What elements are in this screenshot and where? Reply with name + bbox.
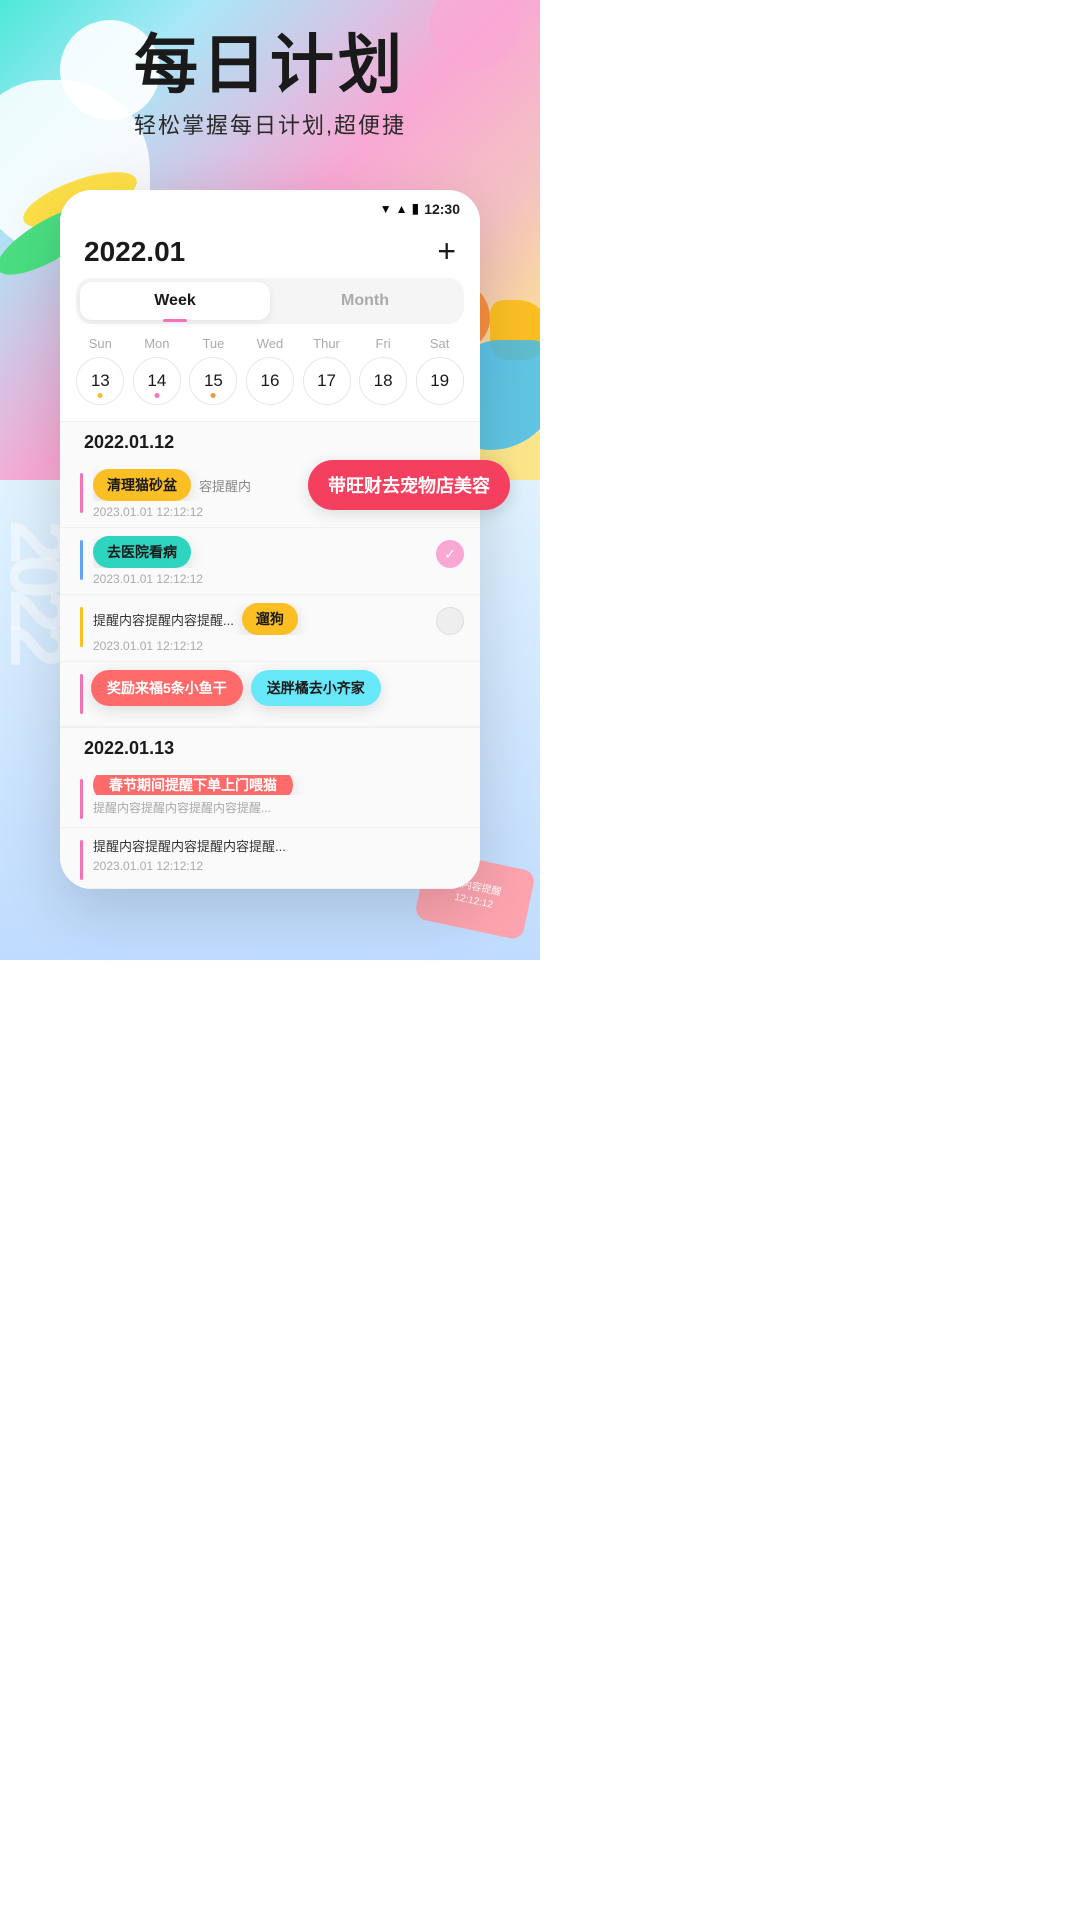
- tag-qingli: 清理猫砂盆: [93, 469, 191, 501]
- section-date-1: 2022.01.12: [60, 421, 480, 461]
- task-line-7: [80, 779, 83, 819]
- status-time: 12:30: [424, 201, 460, 217]
- wifi-icon: ▼: [380, 202, 392, 216]
- tag-jianglu: 奖励来福5条小鱼干: [91, 670, 243, 706]
- task-title-7: 春节期间提醒下单上门喂猫: [93, 775, 353, 795]
- date-18[interactable]: 18: [359, 357, 407, 405]
- task-line-1: [80, 473, 83, 513]
- status-bar: ▼ ▲ ▮ 12:30: [60, 190, 480, 221]
- task-item-2[interactable]: 去医院看病 2023.01.01 12:12:12 ✓: [60, 528, 480, 595]
- task-item-8[interactable]: 提醒内容提醒内容提醒内容提醒... 2023.01.01 12:12:12: [60, 828, 480, 889]
- day-tue: Tue: [189, 336, 237, 351]
- day-wed: Wed: [246, 336, 294, 351]
- tag-chunjie: 春节期间提醒下单上门喂猫: [93, 775, 293, 795]
- header: 每日计划 轻松掌握每日计划,超便捷: [0, 30, 540, 140]
- day-thur: Thur: [303, 336, 351, 351]
- date-dot-13: [98, 393, 103, 398]
- task-content-3: 提醒内容提醒内容提醒... 遛狗 2023.01.01 12:12:12: [93, 603, 426, 653]
- floating-tag-red: 带旺财去宠物店美容: [308, 460, 510, 510]
- task-check-3[interactable]: [436, 607, 464, 635]
- tag-songpangju: 送胖橘去小齐家: [251, 670, 381, 706]
- section-date-2: 2022.01.13: [60, 727, 480, 767]
- task-content-2: 去医院看病 2023.01.01 12:12:12: [93, 536, 426, 586]
- day-mon: Mon: [133, 336, 181, 351]
- task-content-8: 提醒内容提醒内容提醒内容提醒... 2023.01.01 12:12:12: [93, 836, 464, 873]
- task-time-7: 提醒内容提醒内容提醒内容提醒...: [93, 799, 464, 816]
- date-16[interactable]: 16: [246, 357, 294, 405]
- task-line-3: [80, 607, 83, 647]
- task-time-2: 2023.01.01 12:12:12: [93, 572, 426, 586]
- battery-icon: ▮: [411, 200, 418, 217]
- tab-week[interactable]: Week: [80, 282, 270, 320]
- tab-month[interactable]: Month: [270, 282, 460, 320]
- task-title-2: 去医院看病: [93, 536, 353, 568]
- date-dot-14: [154, 393, 159, 398]
- task-time-3: 2023.01.01 12:12:12: [93, 639, 426, 653]
- app-title: 每日计划: [0, 30, 540, 100]
- task-content-7: 春节期间提醒下单上门喂猫 提醒内容提醒内容提醒内容提醒...: [93, 775, 464, 816]
- calendar-current-date: 2022.01: [84, 236, 185, 268]
- task-list-2: 春节期间提醒下单上门喂猫 提醒内容提醒内容提醒内容提醒... 提醒内容提醒内容提…: [60, 767, 480, 889]
- tag-liugou: 遛狗: [242, 603, 298, 635]
- tag-yiyuan: 去医院看病: [93, 536, 191, 568]
- add-button[interactable]: +: [437, 233, 456, 270]
- task-title-3: 提醒内容提醒内容提醒... 遛狗: [93, 603, 353, 635]
- date-14[interactable]: 14: [133, 357, 181, 405]
- signal-icon: ▲: [396, 202, 408, 216]
- task-check-2[interactable]: ✓: [436, 540, 464, 568]
- date-19[interactable]: 19: [416, 357, 464, 405]
- task-item-45[interactable]: 奖励来福5条小鱼干 送胖橘去小齐家: [60, 662, 480, 727]
- day-fri: Fri: [359, 336, 407, 351]
- view-toggle: Week Month: [76, 278, 464, 324]
- dates-row: 13 14 15 16 17 18 19: [60, 357, 480, 421]
- task-item-3[interactable]: 提醒内容提醒内容提醒... 遛狗 2023.01.01 12:12:12: [60, 595, 480, 662]
- calendar-header: 2022.01 +: [60, 221, 480, 278]
- date-13[interactable]: 13: [76, 357, 124, 405]
- task-line-4: [80, 674, 83, 714]
- task-line-2: [80, 540, 83, 580]
- tab-underline: [163, 319, 187, 322]
- task-item-7[interactable]: 春节期间提醒下单上门喂猫 提醒内容提醒内容提醒内容提醒...: [60, 767, 480, 828]
- app-subtitle: 轻松掌握每日计划,超便捷: [0, 108, 540, 140]
- date-17[interactable]: 17: [303, 357, 351, 405]
- phone-card: ▼ ▲ ▮ 12:30 2022.01 + Week Month Sun Mon…: [60, 190, 480, 889]
- days-header: Sun Mon Tue Wed Thur Fri Sat: [60, 336, 480, 357]
- date-dot-15: [211, 393, 216, 398]
- day-sun: Sun: [76, 336, 124, 351]
- task-title-8: 提醒内容提醒内容提醒内容提醒...: [93, 836, 353, 855]
- task-time-8: 2023.01.01 12:12:12: [93, 859, 464, 873]
- status-icons: ▼ ▲ ▮: [380, 200, 419, 217]
- task-line-8: [80, 840, 83, 880]
- date-15[interactable]: 15: [189, 357, 237, 405]
- day-sat: Sat: [416, 336, 464, 351]
